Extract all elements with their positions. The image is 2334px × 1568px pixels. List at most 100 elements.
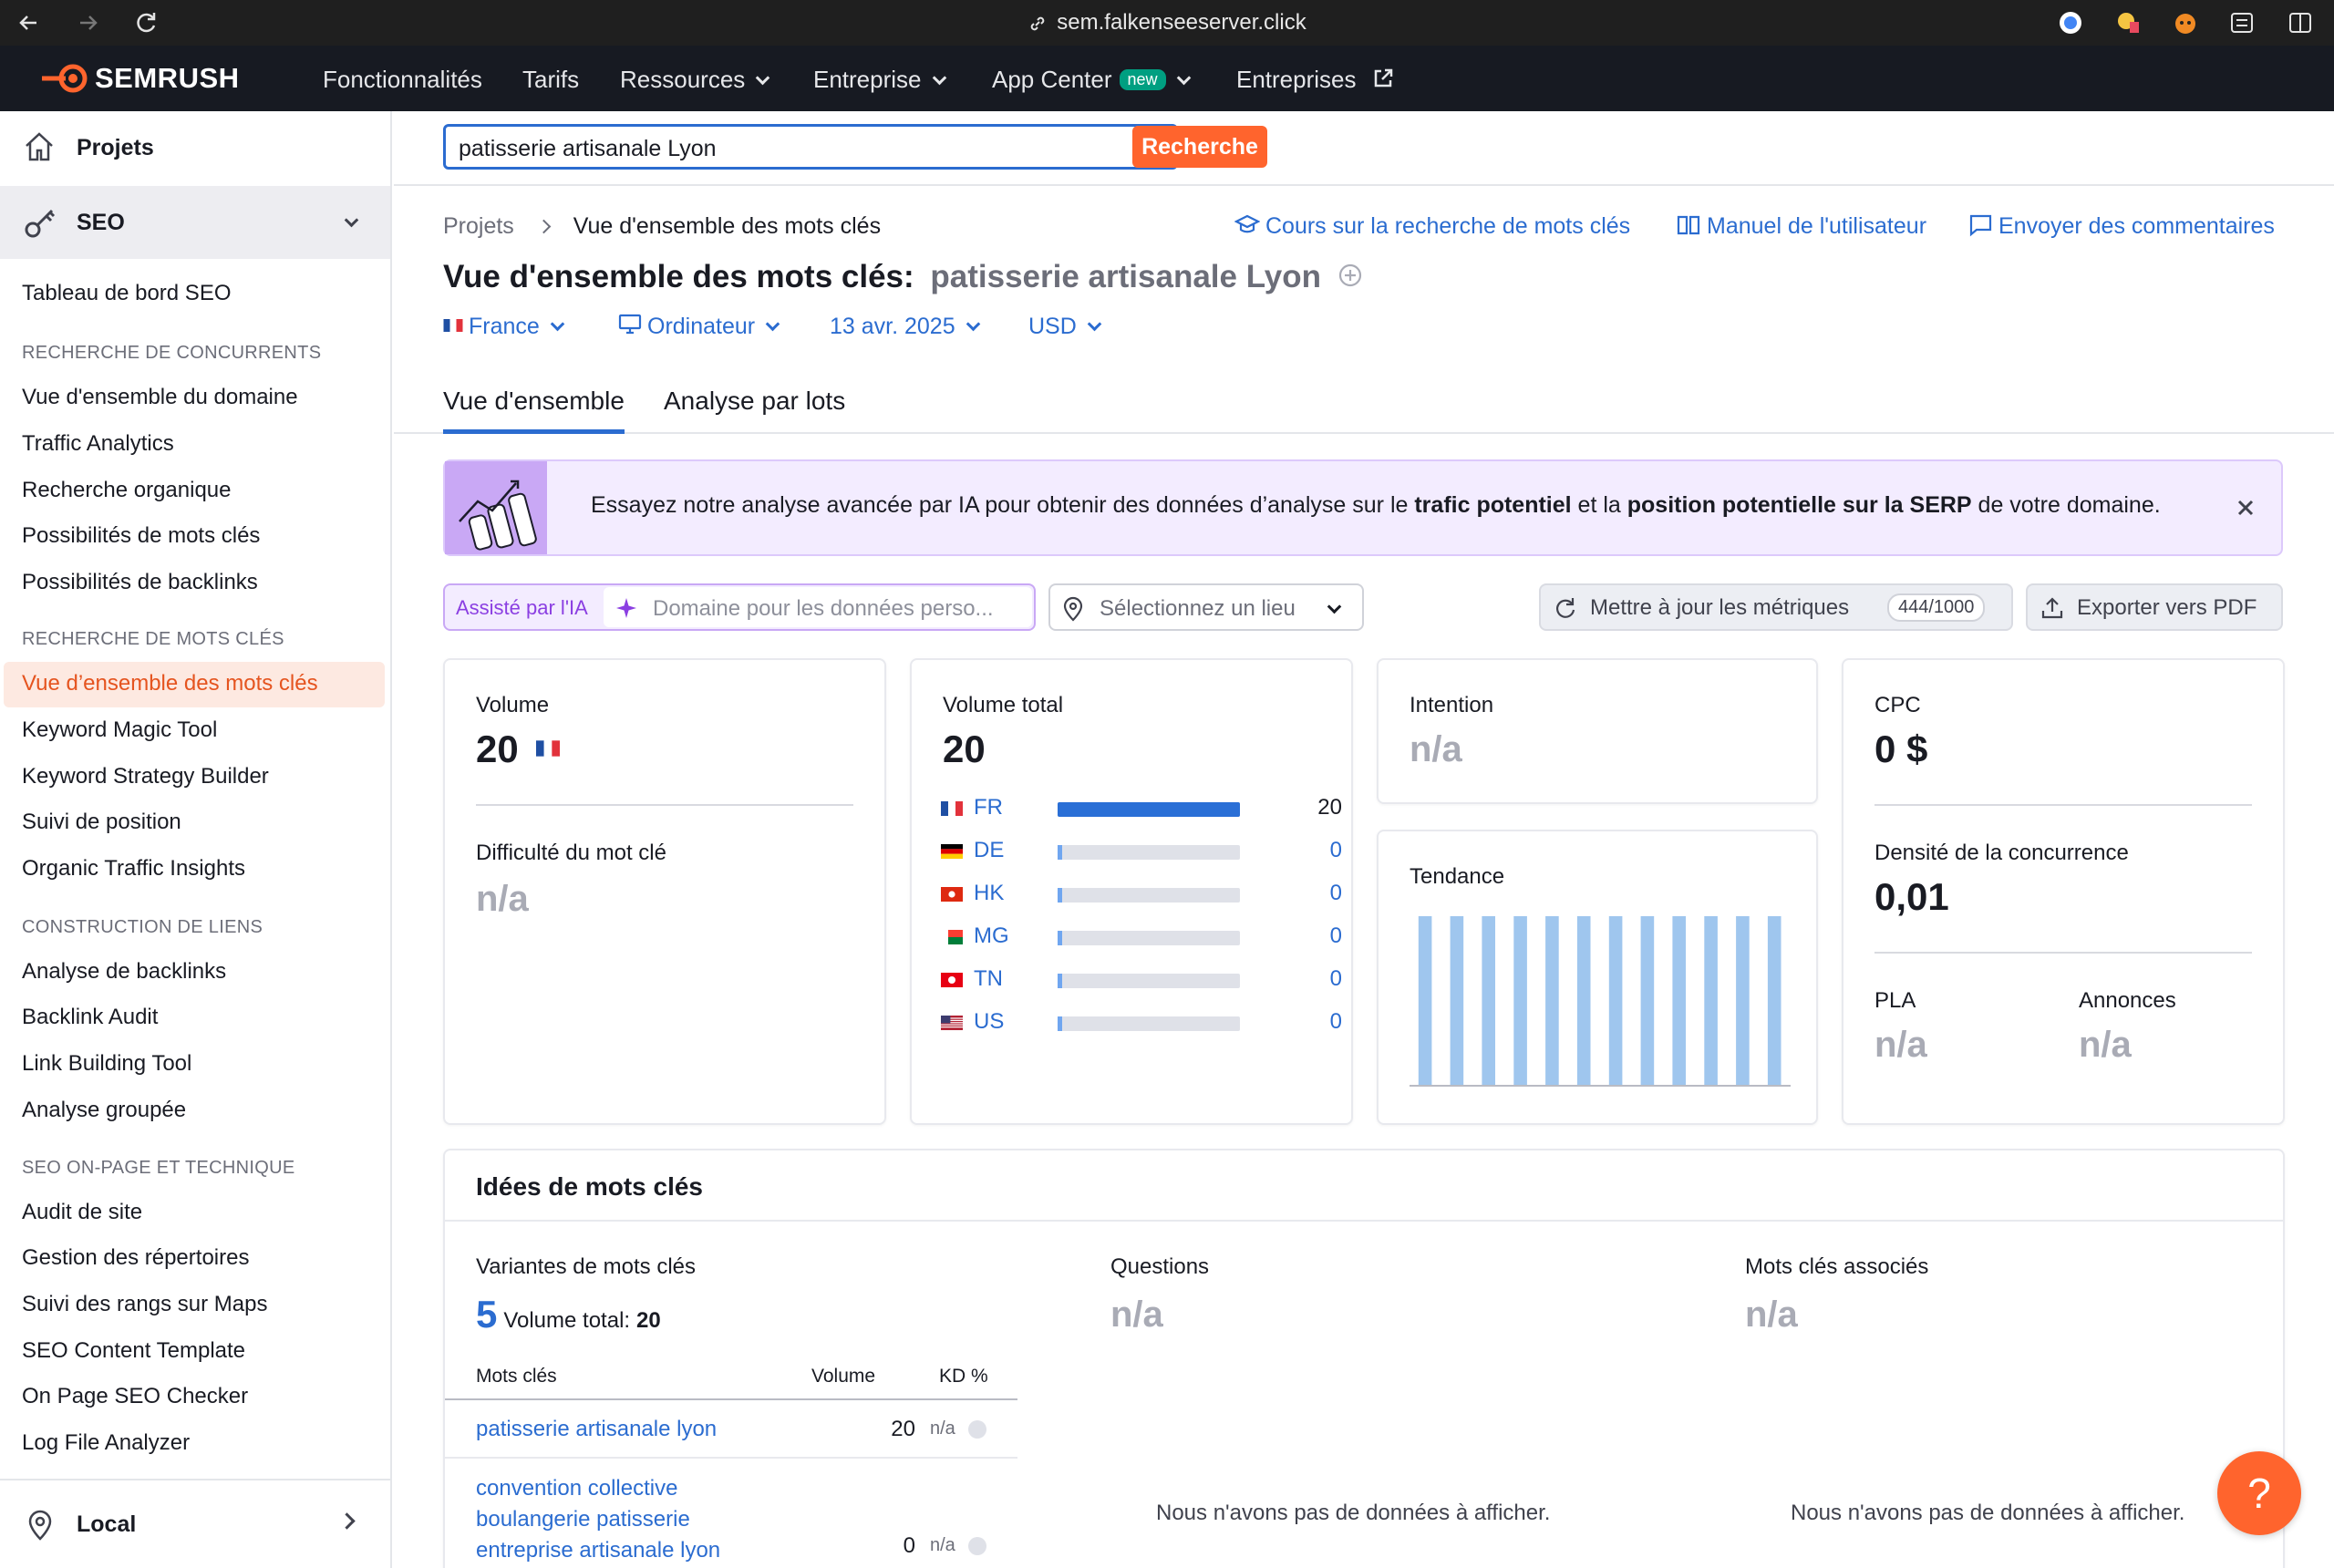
nav-app-center-label: App Center [992,66,1112,93]
date-filter-label: 13 avr. 2025 [830,314,955,339]
sparkle-icon [616,598,636,618]
keyword-link[interactable]: convention collective boulangerie patiss… [476,1473,749,1566]
volume-bar [1058,1016,1240,1031]
country-row-hk: HK 0 [941,881,1342,908]
keyword-volume: 0 [903,1533,915,1558]
questions-empty-message: Nous n'avons pas de données à afficher. [1156,1501,1551,1525]
nav-entreprise[interactable]: Entreprise [813,66,946,94]
nav-ressources[interactable]: Ressources [620,66,770,94]
trend-bar [1767,916,1781,1085]
device-filter[interactable]: Ordinateur [618,314,780,340]
sidebar-item-position-tracking[interactable]: Suivi de position [22,810,181,835]
sidebar-item-map-rank-tracker[interactable]: Suivi des rangs sur Maps [22,1292,267,1317]
sidebar-item-keyword-strategy-builder[interactable]: Keyword Strategy Builder [22,764,269,789]
feedback-link[interactable]: Envoyer des commentaires [1967,213,2275,240]
sidebar-item-listing-management[interactable]: Gestion des répertoires [22,1245,249,1271]
manual-link[interactable]: Manuel de l'utilisateur [1676,213,1926,240]
column-header-keyword[interactable]: Mots clés [476,1366,557,1387]
location-pin-icon [1063,596,1083,622]
book-icon [1677,216,1700,235]
search-button[interactable]: Recherche [1132,126,1267,168]
variants-count[interactable]: 5 [476,1293,497,1336]
banner-text-bold-1: trafic potentiel [1414,492,1572,518]
sidebar-item-on-page-seo-checker[interactable]: On Page SEO Checker [22,1384,248,1409]
add-circle-icon[interactable] [1337,263,1363,288]
export-pdf-label: Exporter vers PDF [2077,595,2257,620]
sidebar-item-bulk-analysis[interactable]: Analyse groupée [22,1098,186,1123]
country-code[interactable]: FR [974,795,1003,820]
hk-flag-icon [941,887,963,902]
extension-icon-1[interactable] [2057,9,2084,36]
sidebar-local[interactable]: Local [0,1488,390,1561]
nav-tarifs[interactable]: Tarifs [522,66,579,94]
country-row-de: DE 0 [941,838,1342,865]
sidebar-item-seo-content-template[interactable]: SEO Content Template [22,1338,245,1364]
keyword-search-input[interactable]: patisserie artisanale Lyon [443,124,1178,170]
sidebar-item-keyword-gap[interactable]: Possibilités de mots clés [22,523,260,549]
export-pdf-button[interactable]: Exporter vers PDF [2026,583,2283,631]
sidebar-toggle-icon[interactable] [2287,9,2314,36]
country-code[interactable]: DE [974,838,1004,863]
tab-overview[interactable]: Vue d'ensemble [443,387,625,434]
country-filter-label: France [469,314,540,339]
sidebar-item-backlink-audit[interactable]: Backlink Audit [22,1005,158,1030]
keyword-kd: n/a [930,1418,955,1439]
new-badge: new [1119,69,1166,90]
external-link-icon [1374,68,1392,88]
update-metrics-button[interactable]: Mettre à jour les métriques 444/1000 [1539,583,2013,631]
sidebar-item-site-audit[interactable]: Audit de site [22,1200,142,1225]
extension-icon-3[interactable] [2172,9,2199,36]
volume-bar-fill [1058,1016,1062,1031]
sidebar-seo[interactable]: SEO [0,186,390,259]
country-code[interactable]: MG [974,923,1009,949]
extension-icon-2[interactable] [2115,9,2143,36]
chart-illustration-icon [445,461,547,554]
country-code[interactable]: TN [974,966,1003,992]
extensions-panel-icon[interactable] [2228,9,2256,36]
sidebar-item-dashboard[interactable]: Tableau de bord SEO [22,281,232,306]
close-icon[interactable] [2236,498,2256,518]
chevron-down-icon [1176,70,1191,86]
sidebar-item-backlink-analytics[interactable]: Analyse de backlinks [22,959,226,985]
chevron-down-icon [344,212,359,228]
tab-batch-analysis[interactable]: Analyse par lots [664,387,845,416]
sidebar-item-domain-overview[interactable]: Vue d'ensemble du domaine [22,385,298,410]
domain-input[interactable]: Domaine pour les données perso... [604,587,1032,627]
sidebar-item-organic-traffic-insights[interactable]: Organic Traffic Insights [22,856,245,882]
sidebar-item-keyword-magic-tool[interactable]: Keyword Magic Tool [22,717,217,743]
divider [445,1398,1017,1400]
country-code[interactable]: US [974,1009,1004,1035]
related-value: n/a [1745,1295,1798,1335]
breadcrumb-projects[interactable]: Projets [443,213,514,239]
column-header-kd[interactable]: KD % [939,1366,988,1387]
course-link[interactable]: Cours sur la recherche de mots clés [1234,213,1630,240]
country-volume: 0 [1329,1009,1342,1034]
address-bar[interactable]: sem.falkenseeserver.click [0,10,2334,36]
nav-fonctionnalites[interactable]: Fonctionnalités [323,66,482,94]
link-icon [1031,16,1045,30]
country-code[interactable]: HK [974,881,1004,906]
chevron-down-icon [550,316,565,332]
volume-number: 20 [476,727,519,770]
country-filter[interactable]: France [443,314,565,340]
ads-value: n/a [2079,1025,2132,1065]
ai-domain-field: Assisté par l'IA Domaine pour les donnée… [443,583,1036,631]
keyword-link[interactable]: patisserie artisanale lyon [476,1417,717,1442]
cpc-card: CPC 0 $ Densité de la concurrence 0,01 P… [1842,658,2285,1125]
sidebar-item-organic-research[interactable]: Recherche organique [22,478,232,503]
chevron-right-icon [536,219,552,234]
currency-filter[interactable]: USD [1028,314,1102,340]
sidebar-item-log-file-analyzer[interactable]: Log File Analyzer [22,1430,190,1456]
location-select[interactable]: Sélectionnez un lieu [1048,583,1364,631]
sidebar-item-backlink-gap[interactable]: Possibilités de backlinks [22,570,258,595]
nav-entreprises[interactable]: Entreprises [1236,66,1394,94]
date-filter[interactable]: 13 avr. 2025 [830,314,980,340]
column-header-volume[interactable]: Volume [811,1366,875,1387]
sidebar-item-keyword-overview[interactable]: Vue d’ensemble des mots clés [22,671,318,696]
sidebar-item-link-building-tool[interactable]: Link Building Tool [22,1051,191,1077]
desktop-icon [618,315,642,335]
sidebar-item-traffic-analytics[interactable]: Traffic Analytics [22,431,174,457]
help-button[interactable]: ? [2217,1451,2301,1535]
sidebar-projects[interactable]: Projets [0,111,390,184]
nav-app-center[interactable]: App Center new [992,66,1191,94]
